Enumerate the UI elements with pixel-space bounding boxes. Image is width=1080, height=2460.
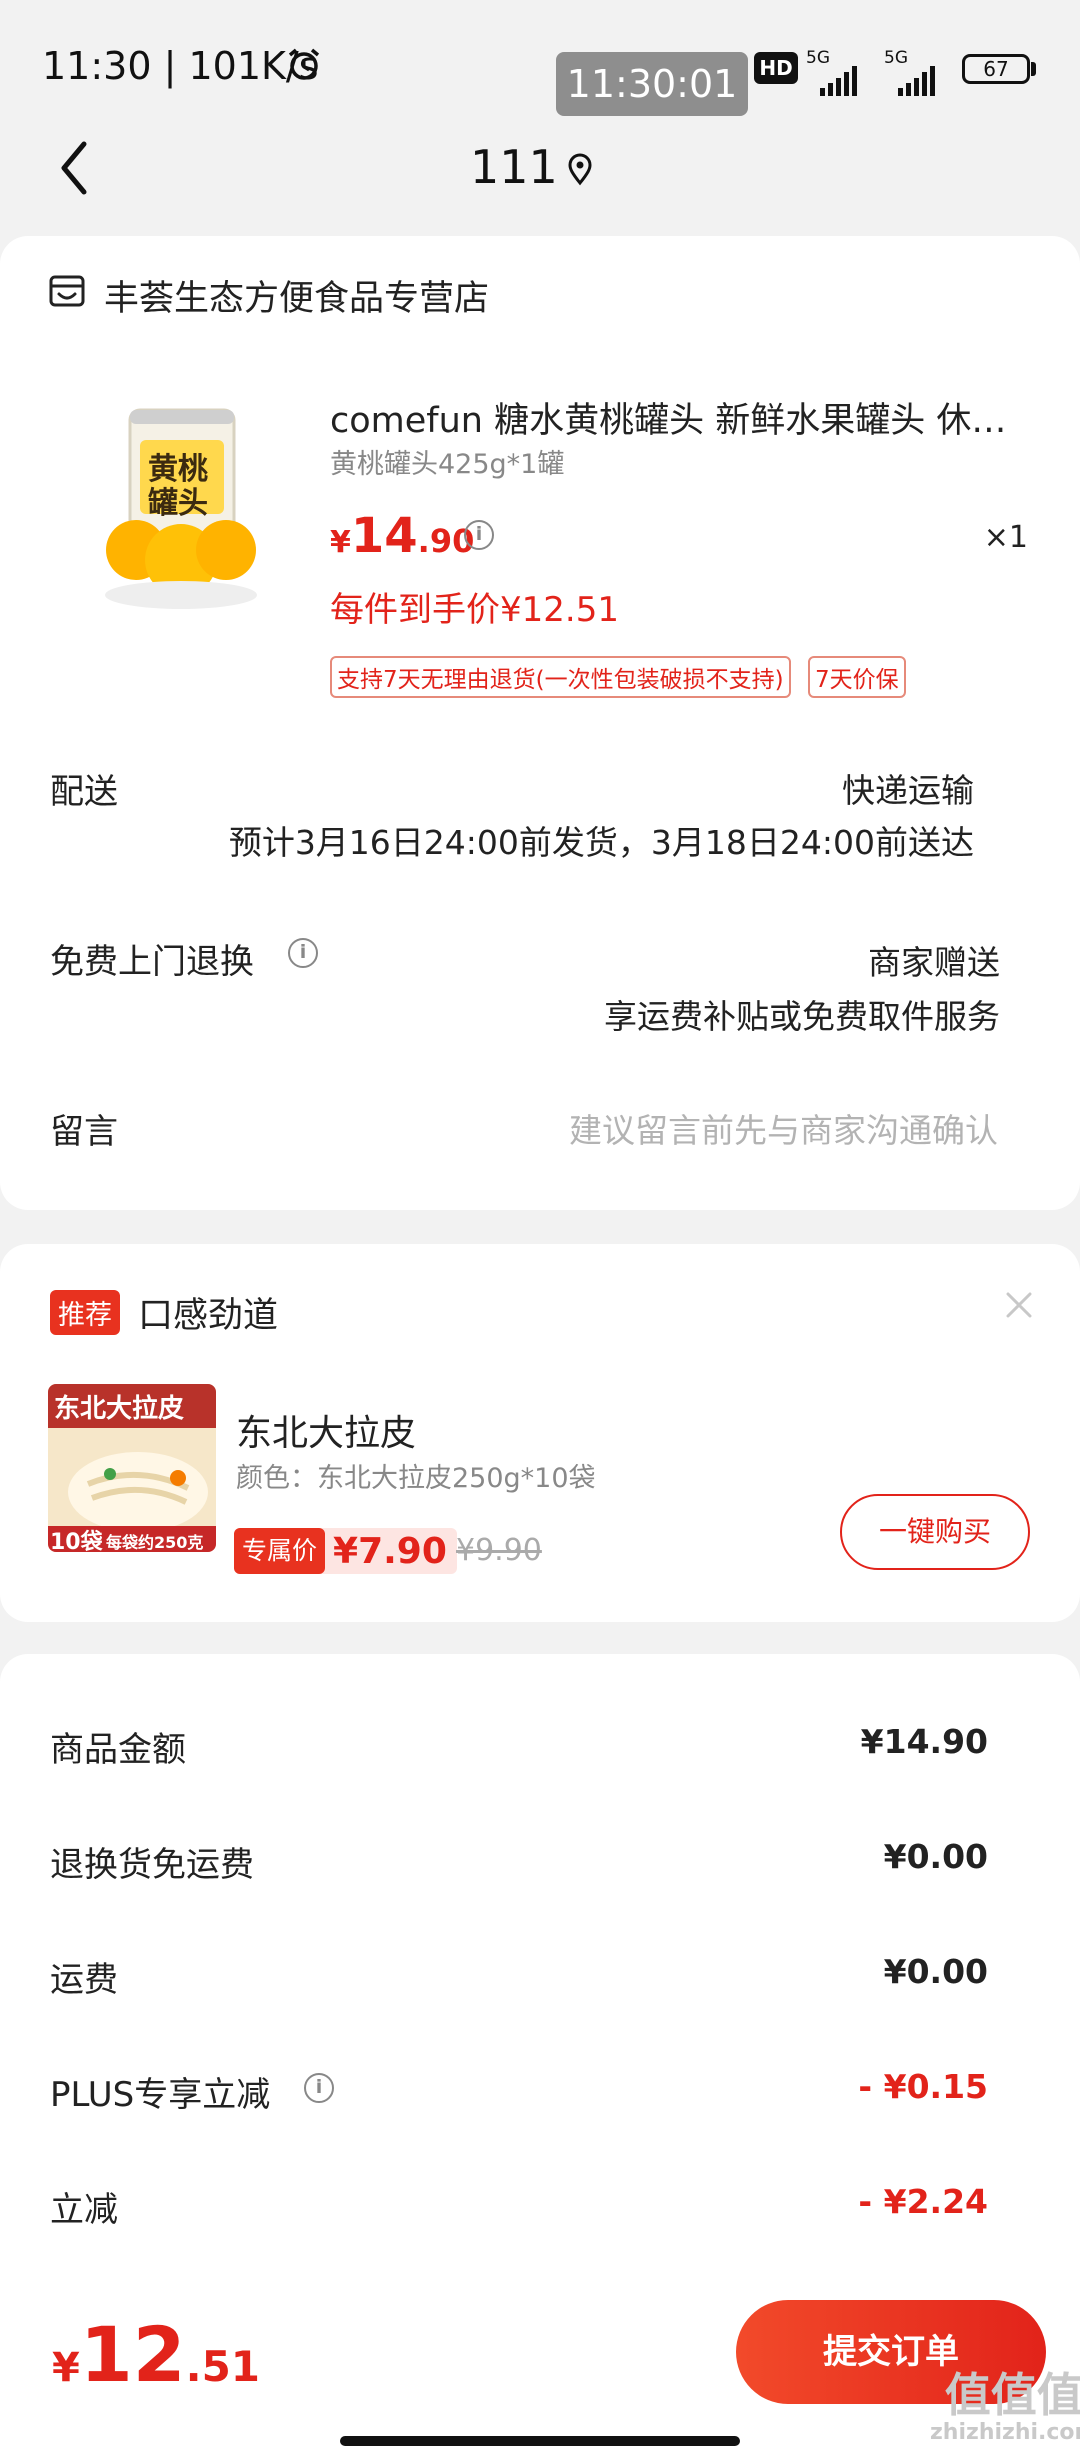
summary-value: - ¥0.15 bbox=[858, 2067, 988, 2106]
signal-bars-icon bbox=[820, 66, 857, 96]
unit-price: 每件到手价¥12.51 bbox=[330, 590, 619, 630]
recommend-old-price: ¥9.90 bbox=[456, 1533, 542, 1568]
recommend-image[interactable]: 东北大拉皮 10袋 每袋约250克 bbox=[48, 1384, 216, 1552]
product-price: ¥14.90 bbox=[330, 508, 474, 564]
total-symbol: ¥ bbox=[52, 2345, 80, 2391]
return-service-provider: 商家赠送 bbox=[868, 943, 1000, 982]
summary-label: 运费 bbox=[50, 1960, 118, 2000]
quantity: ×1 bbox=[983, 520, 1028, 555]
summary-value: ¥0.00 bbox=[883, 1837, 988, 1876]
signal-1: 5G bbox=[806, 48, 857, 96]
net-label-2: 5G bbox=[884, 48, 908, 68]
product-image-label-2: 罐头 bbox=[148, 486, 208, 521]
recommend-item-name[interactable]: 东北大拉皮 bbox=[236, 1404, 416, 1456]
signal-bars-icon bbox=[898, 66, 935, 96]
price-int: 14 bbox=[350, 508, 418, 564]
plus-info-icon[interactable]: i bbox=[304, 2073, 334, 2103]
watermark-line-1: 值值值 bbox=[944, 2368, 1080, 2422]
one-click-buy-button[interactable]: 一键购买 bbox=[840, 1494, 1030, 1570]
total-int: 12 bbox=[79, 2310, 186, 2399]
recommend-price: ¥7.90 bbox=[333, 1530, 447, 1572]
net-label-1: 5G bbox=[806, 48, 830, 68]
message-input[interactable]: 建议留言前先与商家沟通确认 bbox=[569, 1104, 998, 1152]
home-indicator[interactable] bbox=[340, 2436, 740, 2446]
return-policy-tag: 支持7天无理由退货(一次性包装破损不支持) bbox=[330, 656, 791, 698]
total-dec: .51 bbox=[185, 2342, 261, 2391]
summary-label: 退换货免运费 bbox=[50, 1845, 254, 1885]
product-image[interactable]: 黄桃 罐头 bbox=[96, 400, 266, 620]
summary-label: PLUS专享立减 bbox=[50, 2075, 271, 2115]
recommend-image-title: 东北大拉皮 bbox=[54, 1394, 185, 1424]
watermark: 值值值 zhizhizhi.com bbox=[930, 2370, 1080, 2445]
return-service-label: 免费上门退换 bbox=[50, 942, 254, 982]
order-card bbox=[0, 236, 1080, 1210]
product-spec[interactable]: 黄桃罐头425g*1罐 bbox=[330, 442, 564, 481]
signal-2: 5G bbox=[884, 48, 935, 96]
clock-pill: 11:30:01 bbox=[556, 52, 748, 116]
page-title: 111 bbox=[470, 140, 558, 194]
delivery-method[interactable]: 快递运输 bbox=[842, 764, 974, 812]
alarm-icon bbox=[286, 46, 322, 82]
hd-badge: HD bbox=[754, 52, 798, 84]
status-time: 11:30 | 101K/s bbox=[42, 44, 319, 88]
recommend-image-sub: 每袋约250克 bbox=[106, 1533, 204, 1552]
store-icon bbox=[48, 272, 86, 310]
product-title[interactable]: comefun 糖水黄桃罐头 新鲜水果罐头 休… bbox=[330, 392, 1020, 443]
location-pin-icon[interactable] bbox=[566, 152, 594, 186]
delivery-label: 配送 bbox=[50, 772, 118, 812]
back-arrow-icon[interactable] bbox=[54, 138, 94, 198]
total-price: ¥12.51 bbox=[52, 2310, 260, 2399]
summary-label: 商品金额 bbox=[50, 1730, 186, 1770]
message-label: 留言 bbox=[50, 1112, 118, 1152]
price-protect-tag: 7天价保 bbox=[808, 656, 906, 698]
recommend-image-count: 10袋 bbox=[50, 1530, 103, 1552]
recommend-item-spec: 颜色：东北大拉皮250g*10袋 bbox=[236, 1463, 596, 1494]
return-info-icon[interactable]: i bbox=[288, 938, 318, 968]
summary-value: ¥0.00 bbox=[883, 1952, 988, 1991]
summary-label: 立减 bbox=[50, 2190, 118, 2230]
delivery-estimate[interactable]: 预计3月16日24:00前发货，3月18日24:00前送达 bbox=[229, 816, 974, 864]
store-name[interactable]: 丰荟生态方便食品专营店 bbox=[104, 270, 489, 321]
close-icon[interactable] bbox=[1002, 1288, 1036, 1322]
price-symbol: ¥ bbox=[330, 525, 351, 560]
recommend-badge: 推荐 bbox=[50, 1290, 120, 1335]
recommend-price-tag: 专属价 ¥7.90 bbox=[234, 1528, 457, 1574]
return-service-detail: 享运费补贴或免费取件服务 bbox=[604, 997, 1000, 1036]
recommend-title: 口感劲道 bbox=[138, 1296, 279, 1336]
battery-tip bbox=[1031, 62, 1036, 76]
watermark-line-2: zhizhizhi.com bbox=[930, 2419, 1080, 2445]
exclusive-price-label: 专属价 bbox=[234, 1528, 326, 1574]
battery-icon: 67 bbox=[962, 54, 1030, 84]
price-info-icon[interactable]: i bbox=[464, 520, 494, 550]
summary-value: - ¥2.24 bbox=[858, 2182, 988, 2221]
summary-value: ¥14.90 bbox=[860, 1722, 988, 1761]
